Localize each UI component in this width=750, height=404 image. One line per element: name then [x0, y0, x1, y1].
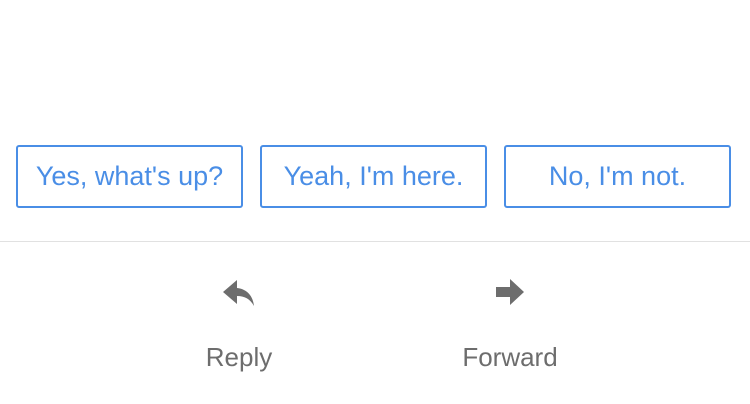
- forward-button[interactable]: Forward: [425, 274, 595, 384]
- reply-label: Reply: [205, 342, 273, 372]
- smart-reply-button[interactable]: Yes, what's up?: [16, 145, 243, 208]
- reply-button[interactable]: Reply: [154, 274, 324, 384]
- message-actions-bar: Reply Forward: [0, 242, 750, 404]
- reply-arrow-icon: [219, 274, 259, 314]
- smart-reply-button[interactable]: No, I'm not.: [504, 145, 731, 208]
- forward-arrow-icon: [490, 274, 530, 314]
- smart-reply-button[interactable]: Yeah, I'm here.: [260, 145, 487, 208]
- forward-label: Forward: [462, 342, 558, 372]
- smart-reply-suggestions: Yes, what's up? Yeah, I'm here. No, I'm …: [0, 0, 750, 242]
